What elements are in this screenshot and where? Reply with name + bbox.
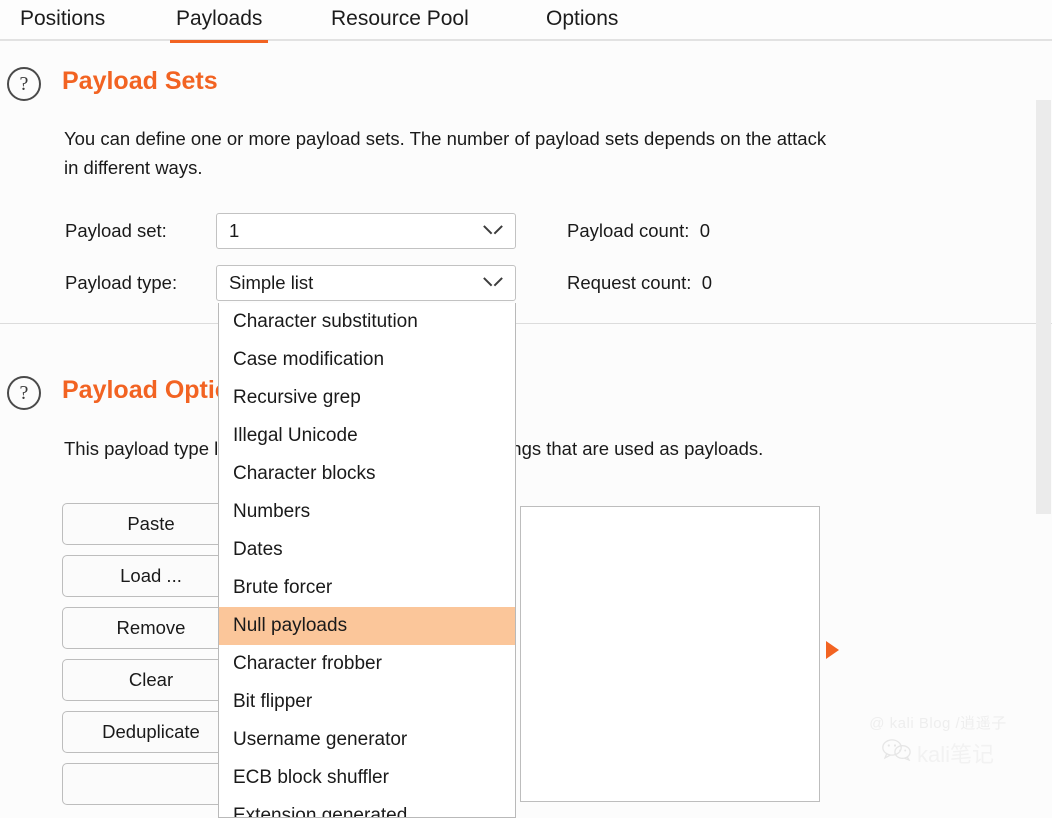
tab-resource-pool[interactable]: Resource Pool bbox=[325, 0, 475, 41]
payload-set-value: 1 bbox=[229, 220, 240, 241]
deduplicate-button[interactable]: Deduplicate bbox=[62, 711, 240, 753]
dropdown-item[interactable]: Character blocks bbox=[219, 455, 515, 493]
section-divider bbox=[0, 323, 1052, 324]
clear-button[interactable]: Clear bbox=[62, 659, 240, 701]
request-count-label: Request count: 0 bbox=[567, 272, 712, 294]
payload-type-select[interactable]: Simple list bbox=[216, 265, 516, 301]
load-button[interactable]: Load ... bbox=[62, 555, 240, 597]
request-count-value: 0 bbox=[701, 272, 713, 293]
tab-bar: Positions Payloads Resource Pool Options bbox=[0, 0, 1052, 43]
payload-type-value: Simple list bbox=[229, 272, 314, 293]
remove-button[interactable]: Remove bbox=[62, 607, 240, 649]
chevron-down-icon bbox=[485, 225, 501, 235]
watermark-main: kali笔记 bbox=[838, 737, 1038, 769]
payload-count-value: 0 bbox=[699, 220, 710, 241]
payload-type-label: Payload type: bbox=[65, 272, 178, 293]
dropdown-item[interactable]: Character substitution bbox=[219, 303, 515, 341]
payload-set-label: Payload set: bbox=[65, 220, 167, 241]
dropdown-item[interactable]: Bit flipper bbox=[219, 683, 515, 721]
payload-set-select[interactable]: 1 bbox=[216, 213, 516, 249]
watermark: @ kali Blog /逍遥子 kali笔记 bbox=[838, 712, 1038, 769]
tab-options[interactable]: Options bbox=[540, 0, 624, 41]
dropdown-item[interactable]: Username generator bbox=[219, 721, 515, 759]
payload-sets-description-line1: You can define one or more payload sets.… bbox=[64, 128, 827, 149]
play-triangle-icon bbox=[826, 641, 839, 659]
payload-sets-description-line2: in different ways. bbox=[64, 157, 203, 178]
dropdown-item[interactable]: ECB block shuffler bbox=[219, 759, 515, 797]
dropdown-scrollbar[interactable] bbox=[1036, 100, 1051, 514]
dropdown-item[interactable]: Dates bbox=[219, 531, 515, 569]
payload-count-label: Payload count: 0 bbox=[567, 220, 710, 242]
chevron-down-icon bbox=[485, 277, 501, 287]
dropdown-item[interactable]: Character frobber bbox=[219, 645, 515, 683]
request-count-label-text: Request count: bbox=[567, 272, 692, 293]
dropdown-item[interactable]: Recursive grep bbox=[219, 379, 515, 417]
dropdown-item[interactable]: Illegal Unicode bbox=[219, 417, 515, 455]
wechat-icon bbox=[882, 739, 912, 767]
payload-sets-title: Payload Sets bbox=[62, 67, 218, 95]
dropdown-items-container: Character substitution Case modification R… bbox=[219, 303, 515, 817]
dropdown-item[interactable]: Brute forcer bbox=[219, 569, 515, 607]
payload-list-box[interactable] bbox=[520, 506, 820, 802]
payload-sets-help-icon[interactable]: ? bbox=[7, 67, 41, 101]
payload-options-help-icon[interactable]: ? bbox=[7, 376, 41, 410]
dropdown-item[interactable]: Null payloads bbox=[219, 607, 515, 645]
extra-button[interactable] bbox=[62, 763, 240, 805]
watermark-main-text: kali笔记 bbox=[916, 742, 994, 767]
paste-button[interactable]: Paste bbox=[62, 503, 240, 545]
dropdown-item[interactable]: Case modification bbox=[219, 341, 515, 379]
payload-count-label-text: Payload count: bbox=[567, 220, 690, 241]
tab-payloads[interactable]: Payloads bbox=[170, 0, 269, 43]
dropdown-item[interactable]: Extension generated bbox=[219, 797, 515, 817]
payload-type-dropdown-list[interactable]: Character substitution Case modification R… bbox=[218, 303, 516, 818]
watermark-top-text: @ kali Blog /逍遥子 bbox=[869, 715, 1007, 732]
tab-positions[interactable]: Positions bbox=[14, 0, 111, 41]
dropdown-item[interactable]: Numbers bbox=[219, 493, 515, 531]
